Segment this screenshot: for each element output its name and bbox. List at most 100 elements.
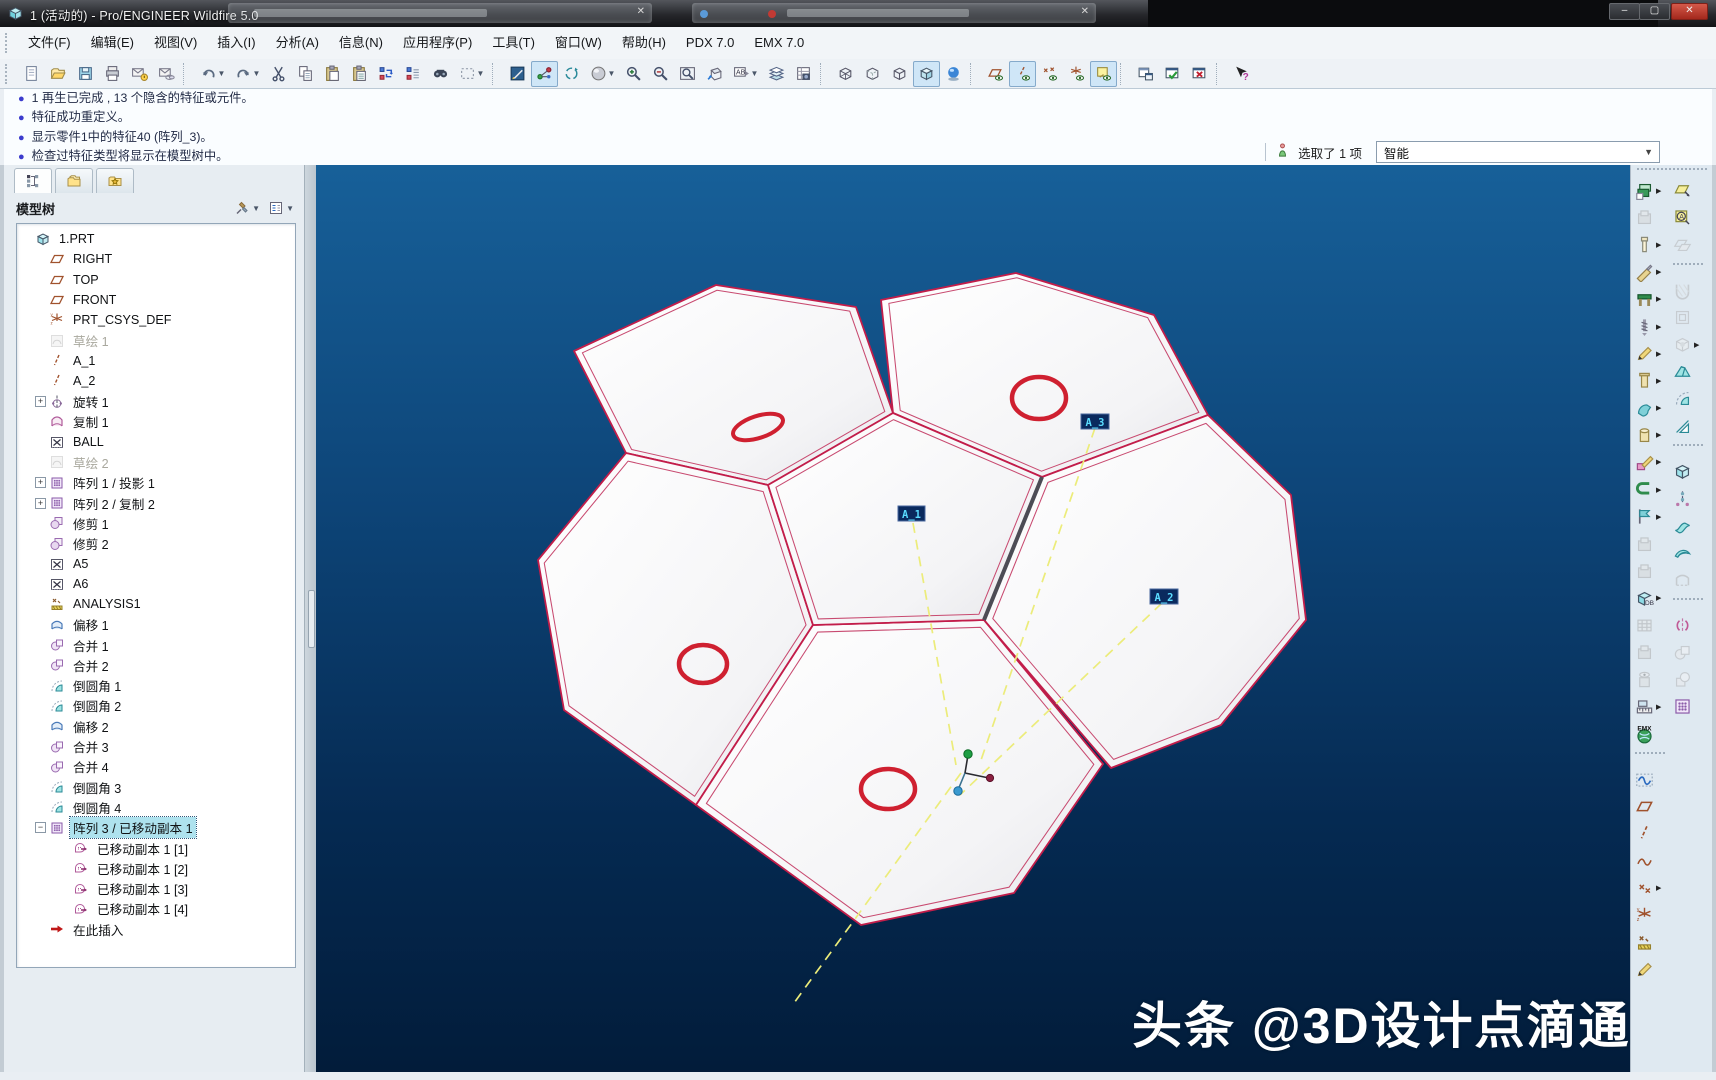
flyout-arrow-icon[interactable]: ▶: [1656, 513, 1661, 521]
tree-item-label[interactable]: PRT_CSYS_DEF: [70, 312, 174, 328]
hole-tool-icon[interactable]: ▶: [1633, 231, 1667, 258]
menu-pdx70[interactable]: PDX 7.0: [676, 28, 744, 58]
print-icon[interactable]: [99, 61, 126, 87]
flyout-arrow-icon[interactable]: ▶: [1656, 377, 1661, 385]
menu-h[interactable]: 帮助(H): [612, 28, 676, 58]
tree-item-label[interactable]: RIGHT: [70, 251, 115, 267]
boundary-blend-flyout-icon[interactable]: [1671, 539, 1705, 566]
selection-filter-combo[interactable]: 智能 ▼: [1376, 141, 1660, 163]
saved-views-icon[interactable]: AB▼: [728, 61, 763, 87]
rib-tool-icon[interactable]: ▶: [1633, 286, 1667, 313]
dropdown-arrow-icon[interactable]: ▼: [751, 69, 759, 78]
toolbar-drag-handle[interactable]: [5, 64, 12, 84]
sketch-tool-icon[interactable]: [1633, 766, 1667, 793]
menu-t[interactable]: 工具(T): [482, 28, 545, 58]
datum-plane-flyout-icon[interactable]: [1671, 177, 1705, 204]
enhanced-realism-icon[interactable]: [940, 61, 967, 87]
close-button[interactable]: ✕: [1671, 3, 1708, 20]
reorient-view-icon[interactable]: [701, 61, 728, 87]
tree-item-label[interactable]: FRONT: [70, 292, 119, 308]
draft-tool-icon[interactable]: ▶: [1633, 313, 1667, 340]
tree-columns-button[interactable]: ▼: [268, 200, 294, 216]
sweep-tool-icon[interactable]: ▶: [1633, 395, 1667, 422]
regenerate-manager-icon[interactable]: [400, 61, 427, 87]
mirror-tool-icon[interactable]: [1671, 612, 1705, 639]
dropdown-arrow-icon[interactable]: ▼: [608, 69, 616, 78]
flyout-arrow-icon[interactable]: ▶: [1656, 458, 1661, 466]
datum-plane-tool-icon[interactable]: [1633, 793, 1667, 820]
new-file-icon[interactable]: [18, 61, 45, 87]
tree-item-label[interactable]: A5: [70, 556, 91, 572]
minimize-button[interactable]: –: [1609, 3, 1640, 20]
swept-surface-flyout-icon[interactable]: [1671, 512, 1705, 539]
repaint-icon[interactable]: [504, 61, 531, 87]
spin-center-toggle-icon[interactable]: [531, 61, 558, 87]
blend-tool-icon[interactable]: ▶: [1633, 422, 1667, 449]
point-green[interactable]: [964, 750, 972, 758]
menu-e[interactable]: 编辑(E): [81, 28, 144, 58]
layers-icon[interactable]: [763, 61, 790, 87]
send-model-link-icon[interactable]: [153, 61, 180, 87]
tree-item-label[interactable]: 1.PRT: [56, 231, 97, 247]
tree-item-label[interactable]: 已移动副本 1 [2]: [94, 858, 191, 879]
extrude-cut-flyout-icon[interactable]: [1671, 358, 1705, 385]
flag-tool-icon[interactable]: ▶: [1633, 503, 1667, 530]
model-tree-tab[interactable]: [14, 168, 52, 193]
tree-item-label[interactable]: 偏移 2: [70, 716, 112, 737]
axis-tag-a2[interactable]: A_2: [1150, 589, 1178, 604]
refit-icon[interactable]: [674, 61, 701, 87]
expand-icon[interactable]: +: [35, 396, 46, 407]
extrude-tool-icon[interactable]: ▶: [1633, 177, 1667, 204]
maximize-button[interactable]: ▢: [1639, 3, 1670, 20]
datum-axis-flyout-icon[interactable]: A: [1671, 204, 1705, 231]
tree-item-label[interactable]: 修剪 1: [70, 513, 112, 534]
no-hidden-display-icon[interactable]: [886, 61, 913, 87]
paste-special-icon[interactable]: [346, 61, 373, 87]
measure-tool-icon[interactable]: ▶: [1633, 694, 1667, 721]
activate-window-icon[interactable]: [1159, 61, 1186, 87]
undo-icon[interactable]: ▼: [195, 61, 230, 87]
dropdown-arrow-icon[interactable]: ▼: [286, 204, 294, 213]
datum-point-tool-icon[interactable]: ▶: [1633, 875, 1667, 902]
save-file-icon[interactable]: [72, 61, 99, 87]
new-window-icon[interactable]: [1132, 61, 1159, 87]
flyout-arrow-icon[interactable]: ▶: [1656, 594, 1661, 602]
graphics-viewport[interactable]: A_1 A_2 A_3: [316, 165, 1630, 1072]
datum-csys-tool-icon[interactable]: yz: [1633, 902, 1667, 929]
view-manager-icon[interactable]: [790, 61, 817, 87]
zoom-in-icon[interactable]: [620, 61, 647, 87]
round-flyout-icon[interactable]: [1671, 385, 1705, 412]
flyout-arrow-icon[interactable]: ▶: [1656, 431, 1661, 439]
flyout-arrow-icon[interactable]: ▶: [1656, 187, 1661, 195]
dropdown-arrow-icon[interactable]: ▼: [477, 69, 485, 78]
tree-item-label[interactable]: 在此插入: [70, 919, 126, 940]
flyout-arrow-icon[interactable]: ▶: [1656, 486, 1661, 494]
tree-item-label[interactable]: 倒圆角 2: [70, 695, 124, 716]
tree-item-label[interactable]: BALL: [70, 434, 107, 450]
hidden-line-display-icon[interactable]: [859, 61, 886, 87]
style-sketch-tool-icon[interactable]: [1633, 956, 1667, 983]
close-window-icon[interactable]: [1186, 61, 1213, 87]
regenerate-icon[interactable]: [373, 61, 400, 87]
tree-item-label[interactable]: 已移动副本 1 [1]: [94, 838, 191, 859]
menu-drag-handle[interactable]: [5, 33, 12, 53]
tree-item-label[interactable]: A_2: [70, 373, 98, 389]
axis-tag-a1[interactable]: A_1: [898, 506, 925, 521]
splitter-grip[interactable]: [308, 590, 315, 648]
collapse-icon[interactable]: −: [35, 822, 46, 833]
menu-a[interactable]: 分析(A): [266, 28, 329, 58]
tree-item-label[interactable]: 倒圆角 1: [70, 675, 124, 696]
flyout-arrow-icon[interactable]: ▶: [1656, 703, 1661, 711]
round-tool-icon[interactable]: ▶: [1633, 340, 1667, 367]
datum-points-toggle-icon[interactable]: [1036, 61, 1063, 87]
context-help-icon[interactable]: ?: [1228, 61, 1255, 87]
tree-item-label[interactable]: 阵列 2 / 复制 2: [70, 493, 158, 514]
tree-item-label[interactable]: 合并 3: [70, 736, 112, 757]
datum-curve-tool-icon[interactable]: [1633, 848, 1667, 875]
tree-item-label[interactable]: 倒圆角 4: [70, 797, 124, 818]
cut-icon[interactable]: [265, 61, 292, 87]
menu-i[interactable]: 插入(I): [207, 28, 265, 58]
tree-item-label[interactable]: 倒圆角 3: [70, 777, 124, 798]
datum-axes-toggle-icon[interactable]: [1009, 61, 1036, 87]
folder-browser-tab[interactable]: [55, 168, 93, 193]
